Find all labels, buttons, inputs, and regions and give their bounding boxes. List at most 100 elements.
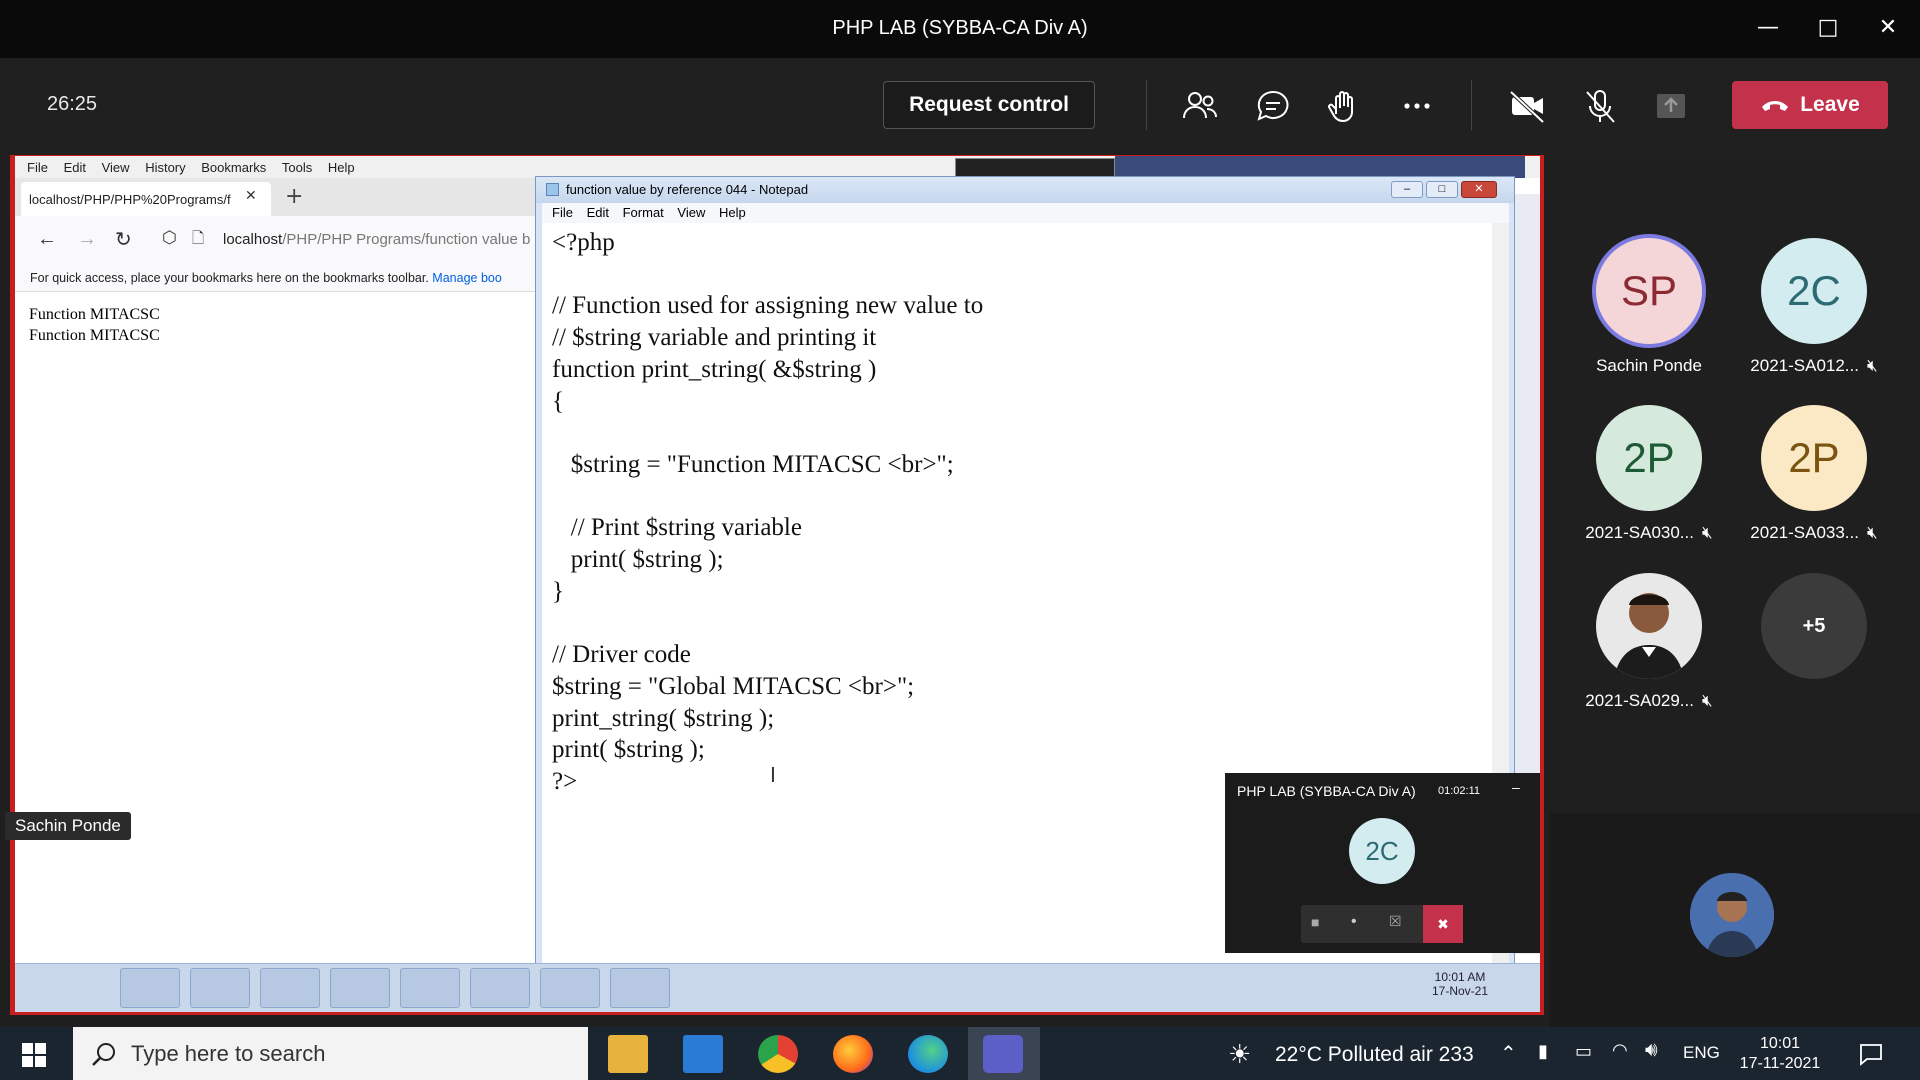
notepad-app-icon (546, 183, 559, 196)
back-icon[interactable]: ← (37, 228, 57, 251)
sql-app-icon[interactable] (190, 968, 250, 1008)
volume-icon[interactable]: 🔊︎ (1645, 1039, 1658, 1062)
participant-name: Sachin Ponde (1596, 356, 1702, 375)
notepad-menu-bar: File Edit Format View Help (542, 203, 1509, 223)
bookmarks-toolbar: For quick access, place your bookmarks h… (15, 264, 535, 292)
url-bar[interactable]: localhost/PHP/PHP Programs/function valu… (223, 231, 530, 248)
mini-share-icon[interactable]: ☒ (1389, 913, 1402, 930)
notepad-close-icon[interactable]: ✕ (1461, 181, 1497, 198)
self-avatar (1690, 873, 1774, 957)
participant-tile[interactable]: 2C 2021-SA012... 🔇︎ (1734, 238, 1894, 376)
participant-name: 2021-SA029... (1585, 691, 1694, 710)
teams-title-bar: PHP LAB (SYBBA-CA Div A) — □ ✕ (0, 0, 1920, 58)
tab-close-icon[interactable]: ✕ (245, 188, 257, 204)
chevron-up-icon[interactable]: ⌃ (1500, 1041, 1517, 1066)
leave-button[interactable]: Leave (1732, 81, 1888, 129)
windows-start-icon[interactable] (22, 1043, 46, 1067)
participant-name: 2021-SA030... (1585, 523, 1694, 542)
shared-screen: File Edit View History Bookmarks Tools H… (15, 156, 1540, 1012)
file-explorer-icon[interactable] (608, 1035, 648, 1073)
weather-text[interactable]: 22°C Polluted air 233 (1275, 1043, 1474, 1067)
ff-menu-history[interactable]: History (145, 160, 185, 175)
ff-menu-edit[interactable]: Edit (64, 160, 86, 175)
chrome-app-icon[interactable] (120, 968, 180, 1008)
background-window (955, 158, 1115, 178)
more-options-icon[interactable] (1395, 84, 1439, 128)
ff-menu-file[interactable]: File (27, 160, 48, 175)
reload-icon[interactable]: ↻ (115, 227, 132, 252)
raise-hand-icon[interactable] (1322, 84, 1366, 128)
participant-tile[interactable]: SP Sachin Ponde (1569, 238, 1729, 376)
teams-app-icon[interactable] (470, 968, 530, 1008)
ff-menu-bookmarks[interactable]: Bookmarks (201, 160, 266, 175)
notes-app-icon[interactable] (400, 968, 460, 1008)
notepad-maximize-icon[interactable]: □ (1426, 181, 1458, 198)
code-text[interactable]: <?php // Function used for assigning new… (552, 227, 983, 798)
more-participants-count: +5 (1761, 573, 1867, 679)
clock-date: 17-11-2021 (1739, 1055, 1821, 1072)
language-indicator[interactable]: ENG (1683, 1043, 1720, 1063)
terminal-app-icon[interactable] (330, 968, 390, 1008)
wifi-icon[interactable]: ◠ (1612, 1040, 1628, 1061)
background-window (1115, 156, 1525, 178)
close-icon[interactable]: ✕ (1868, 12, 1908, 44)
shield-icon[interactable]: ⬡ (162, 228, 177, 248)
mini-mic-icon[interactable]: • (1351, 913, 1357, 931)
mini-minimize-icon[interactable]: – (1512, 779, 1520, 795)
bookmarks-hint: For quick access, place your bookmarks h… (30, 271, 429, 285)
taskbar-search-box[interactable]: Type here to search (73, 1027, 588, 1080)
shared-clock: 10:01 AM 17-Nov-21 (1410, 970, 1510, 998)
browser-tab[interactable]: localhost/PHP/PHP%20Programs/f (21, 182, 271, 216)
maximize-icon[interactable]: □ (1808, 12, 1848, 44)
ff-menu-tools[interactable]: Tools (282, 160, 312, 175)
participant-photo (1596, 573, 1702, 679)
mini-camera-off-icon[interactable]: ■ (1311, 914, 1319, 930)
url-path: /PHP/PHP Programs/function value b (282, 231, 531, 248)
chrome-icon[interactable] (758, 1035, 798, 1073)
shared-time: 10:01 AM (1434, 970, 1486, 984)
notepad-minimize-icon[interactable]: – (1391, 181, 1423, 198)
firefox-app-icon[interactable] (540, 968, 600, 1008)
minimize-icon[interactable]: — (1748, 12, 1788, 44)
firefox-icon[interactable] (833, 1035, 873, 1073)
mic-muted-icon: 🔇︎ (1701, 691, 1713, 710)
folder-app-icon[interactable] (260, 968, 320, 1008)
teams-icon[interactable] (983, 1035, 1023, 1073)
participant-tile[interactable]: 2021-SA029... 🔇︎ (1569, 573, 1729, 711)
np-menu-format[interactable]: Format (623, 205, 664, 220)
notifications-icon[interactable] (1858, 1041, 1884, 1067)
presenter-name-tag: Sachin Ponde (5, 812, 131, 840)
ff-menu-view[interactable]: View (102, 160, 130, 175)
participant-name: 2021-SA012... (1750, 356, 1859, 375)
new-tab-icon[interactable]: + (285, 184, 303, 209)
shared-desktop-taskbar: 10:01 AM 17-Nov-21 (15, 963, 1540, 1012)
firefox-tab-strip: localhost/PHP/PHP%20Programs/f ✕ + (15, 178, 535, 216)
chat-icon[interactable] (1251, 84, 1295, 128)
mic-off-icon[interactable] (1578, 84, 1622, 128)
camera-off-icon[interactable] (1505, 84, 1549, 128)
forward-icon[interactable]: → (77, 228, 97, 251)
system-clock[interactable]: 10:01 17-11-2021 (1735, 1034, 1825, 1074)
notepad-app-taskbar-icon[interactable] (610, 968, 670, 1008)
mic-tray-icon[interactable]: ▮ (1538, 1041, 1548, 1062)
np-menu-file[interactable]: File (552, 205, 573, 220)
battery-icon[interactable]: ▭ (1575, 1041, 1592, 1062)
participant-tile[interactable]: 2P 2021-SA030... 🔇︎ (1569, 405, 1729, 543)
mail-icon[interactable] (683, 1035, 723, 1073)
np-menu-edit[interactable]: Edit (587, 205, 609, 220)
text-cursor-icon: I (770, 763, 776, 787)
mini-hang-up-icon[interactable]: ✖ (1423, 905, 1463, 943)
participant-overflow-tile[interactable]: +5 (1734, 573, 1894, 679)
np-menu-view[interactable]: View (677, 205, 705, 220)
participant-tile[interactable]: 2P 2021-SA033... 🔇︎ (1734, 405, 1894, 543)
request-control-button[interactable]: Request control (883, 81, 1095, 129)
participants-icon[interactable] (1178, 84, 1222, 128)
self-view (1550, 813, 1920, 1027)
share-tray-icon[interactable] (1649, 84, 1693, 128)
manage-bookmarks-link[interactable]: Manage boo (432, 271, 502, 285)
ff-menu-help[interactable]: Help (328, 160, 355, 175)
divider (1471, 80, 1472, 130)
np-menu-help[interactable]: Help (719, 205, 746, 220)
edge-icon[interactable] (908, 1035, 948, 1073)
mic-muted-icon: 🔇︎ (1866, 523, 1878, 542)
